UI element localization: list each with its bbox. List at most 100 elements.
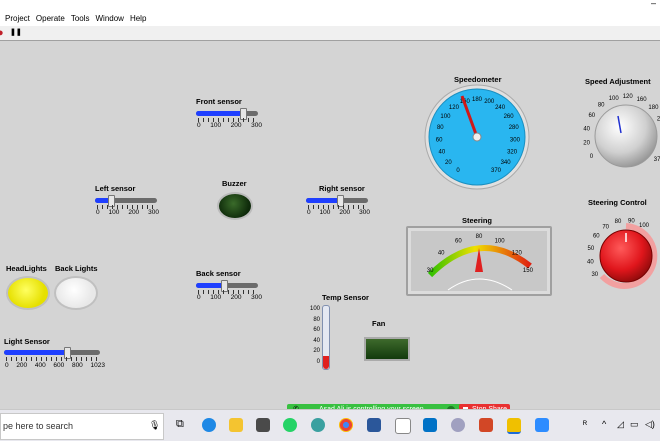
chrome-icon[interactable]	[339, 418, 353, 432]
front-sensor-slider[interactable]	[196, 111, 258, 116]
menu-help[interactable]: Help	[130, 14, 146, 23]
gauge-tick-label: 120	[449, 105, 460, 111]
taskbar-search-box[interactable]: pe here to search 🎙	[0, 413, 164, 440]
tick-label: 200	[231, 294, 242, 301]
gauge-tick-label: 280	[509, 125, 520, 131]
tick-label: 80	[303, 315, 320, 326]
gauge-tick-label: 150	[523, 268, 534, 274]
gauge-tick-label: 100	[440, 114, 451, 120]
fan-label: Fan	[372, 319, 385, 328]
word-icon[interactable]	[367, 418, 381, 432]
file-explorer-icon[interactable]	[229, 418, 243, 432]
gauge-tick-label: 100	[495, 238, 506, 244]
left-sensor-slider[interactable]	[95, 198, 157, 203]
headlights-led[interactable]	[6, 276, 50, 310]
edge-icon[interactable]	[202, 418, 216, 432]
gauge-tick-label: 80	[437, 125, 444, 131]
back-sensor-slider[interactable]	[196, 283, 258, 288]
tick-label: 100	[320, 209, 331, 216]
backlights-label: Back Lights	[55, 264, 98, 273]
gauge-tick-label: 40	[439, 150, 446, 156]
back-sensor-label: Back sensor	[196, 269, 241, 278]
light-sensor-slider[interactable]	[4, 350, 100, 355]
temp-scale: 100 80 60 40 20 0	[303, 304, 320, 368]
gauge-tick-label: 80	[476, 234, 483, 240]
whatsapp-icon[interactable]	[283, 418, 297, 432]
tick-label: 40	[303, 336, 320, 347]
tick-label: 300	[251, 122, 262, 129]
light-sensor-fill	[4, 350, 67, 355]
zoom-icon[interactable]	[535, 418, 549, 432]
buzzer-label: Buzzer	[222, 179, 247, 188]
buzzer-led[interactable]	[217, 192, 253, 220]
taskbar-search-input[interactable]: pe here to search	[3, 421, 73, 431]
network-icon[interactable]: ◿	[617, 419, 624, 430]
gauge-tick-label: 20	[445, 160, 452, 166]
gauge-tick-label: 120	[623, 94, 634, 100]
pause-button[interactable]: ❚❚	[10, 28, 22, 36]
tick-label: 400	[35, 362, 46, 369]
gauge-tick-label: 0	[590, 154, 594, 160]
gauge-tick-label: 30	[427, 268, 434, 274]
tick-label: 0	[197, 294, 201, 301]
menu-bar: Project Operate Tools Window Help	[0, 10, 660, 26]
tick-label: 300	[148, 209, 159, 216]
front-sensor-fill	[196, 111, 243, 116]
menu-window[interactable]: Window	[96, 14, 124, 23]
outlook-icon[interactable]	[423, 418, 437, 432]
tick-label: 0	[197, 122, 201, 129]
back-sensor-fill	[196, 283, 224, 288]
gauge-tick-label: 60	[436, 138, 443, 144]
speed-adjustment-knob[interactable]: 020406080100120160180200220240370	[578, 86, 660, 180]
microphone-icon[interactable]: 🎙	[149, 420, 160, 431]
title-strip: –	[0, 0, 660, 10]
gauge-tick-label: 200	[484, 99, 495, 105]
app-icon[interactable]	[451, 418, 465, 432]
backlights-led[interactable]	[54, 276, 98, 310]
speedometer-gauge: 0204060801001201601802002402602803003203…	[424, 84, 530, 190]
document-icon[interactable]	[395, 418, 411, 434]
right-sensor-fill	[306, 198, 340, 203]
tick-label: 1023	[91, 362, 105, 369]
gauge-tick-label: 60	[588, 113, 595, 119]
chevron-up-icon[interactable]: ^	[602, 419, 606, 429]
steering-control-knob[interactable]: 30405060708090100	[582, 206, 660, 292]
menu-project[interactable]: Project	[5, 14, 30, 23]
headlights-label: HeadLights	[6, 264, 47, 273]
gauge-tick-label: 60	[593, 234, 600, 240]
tick-label: 0	[96, 209, 100, 216]
temp-thermometer	[322, 305, 330, 370]
menu-tools[interactable]: Tools	[71, 14, 90, 23]
steering-label: Steering	[462, 216, 492, 225]
minimize-button[interactable]: –	[651, 0, 656, 8]
store-icon[interactable]	[256, 418, 270, 432]
tick-label: 200	[339, 209, 350, 216]
menu-operate[interactable]: Operate	[36, 14, 65, 23]
light-sensor-label: Light Sensor	[4, 337, 50, 346]
abort-execution-icon[interactable]: ●	[0, 27, 4, 39]
powerpoint-icon[interactable]	[479, 418, 493, 432]
tick-label: 0	[303, 357, 320, 368]
tick-label: 800	[72, 362, 83, 369]
tick-label: 300	[359, 209, 370, 216]
gauge-tick-label: 370	[491, 168, 502, 174]
gauge-tick-label: 180	[648, 105, 659, 111]
gauge-tick-label: 40	[583, 127, 590, 133]
tick-label: 100	[210, 122, 221, 129]
gauge-tick-label: 80	[615, 219, 622, 225]
light-sensor-scale	[6, 357, 98, 361]
gauge-tick-label: 320	[507, 150, 518, 156]
right-sensor-label: Right sensor	[319, 184, 365, 193]
tick-label: 60	[303, 325, 320, 336]
people-icon[interactable]: ᴿ	[583, 419, 587, 429]
task-view-icon[interactable]: ⧉	[176, 418, 184, 431]
tick-label: 100	[210, 294, 221, 301]
battery-icon[interactable]: ▭	[630, 419, 639, 430]
right-sensor-slider[interactable]	[306, 198, 368, 203]
tick-label: 20	[303, 346, 320, 357]
labview-icon[interactable]	[507, 418, 521, 434]
front-sensor-label: Front sensor	[196, 97, 242, 106]
fan-indicator[interactable]	[364, 337, 410, 361]
volume-icon[interactable]: ◁)	[645, 419, 655, 430]
app-icon[interactable]	[311, 418, 325, 432]
